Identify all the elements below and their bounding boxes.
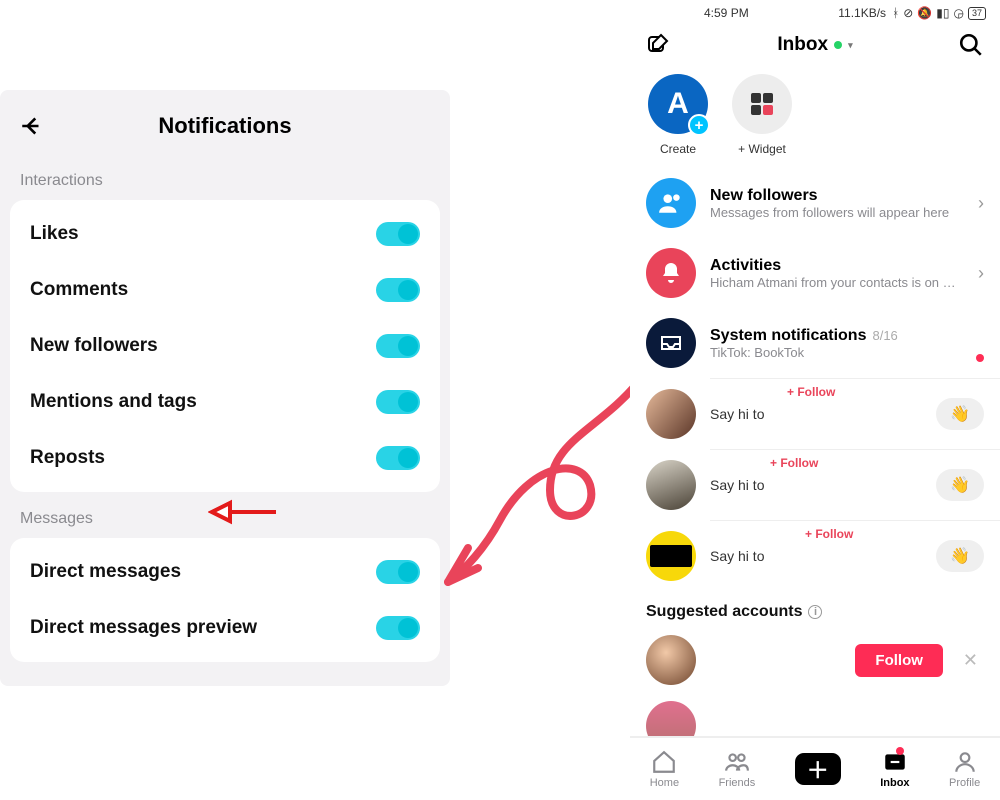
inbox-header: Inbox ▾ xyxy=(630,20,1000,68)
plus-icon: ＋ xyxy=(795,753,841,785)
row-direct-messages[interactable]: Direct messages xyxy=(22,544,428,600)
chevron-right-icon: › xyxy=(978,263,984,284)
dnd-icon: ⊘ xyxy=(903,6,913,20)
followers-icon xyxy=(646,178,696,228)
nav-profile[interactable]: Profile xyxy=(949,749,980,789)
row-likes[interactable]: Likes xyxy=(22,206,428,262)
online-dot-icon xyxy=(834,41,842,49)
avatar xyxy=(646,635,696,685)
create-story-button[interactable]: A+ Create xyxy=(648,74,708,156)
status-time: 4:59 PM xyxy=(704,6,749,20)
follow-tag[interactable]: + Follow xyxy=(787,385,835,399)
feed-system-notifications[interactable]: System notifications 8/16TikTok: BookTok xyxy=(630,308,1000,378)
chevron-down-icon: ▾ xyxy=(848,40,853,51)
wave-button[interactable]: 👋 xyxy=(936,540,984,572)
story-circles: A+ Create + Widget xyxy=(630,68,1000,160)
bell-icon xyxy=(646,248,696,298)
notification-dot-icon xyxy=(896,747,904,755)
interactions-card: Likes Comments New followers Mentions an… xyxy=(10,200,440,492)
suggested-account-row[interactable]: Follow ✕ xyxy=(630,627,1000,693)
bluetooth-icon: ᚼ xyxy=(892,6,899,20)
avatar xyxy=(646,389,696,439)
chevron-right-icon: › xyxy=(978,193,984,214)
inbox-icon xyxy=(646,318,696,368)
row-mentions[interactable]: Mentions and tags xyxy=(22,374,428,430)
status-net-speed: 11.1KB/s xyxy=(838,6,886,20)
widget-icon xyxy=(751,93,773,115)
search-icon[interactable] xyxy=(958,32,984,58)
row-dm-preview[interactable]: Direct messages preview xyxy=(22,600,428,656)
mute-icon: 🔕 xyxy=(917,6,932,20)
inbox-title[interactable]: Inbox ▾ xyxy=(777,34,852,56)
follow-button[interactable]: Follow xyxy=(855,644,943,677)
toggle-direct-messages[interactable] xyxy=(376,560,420,584)
avatar xyxy=(646,460,696,510)
row-new-followers[interactable]: New followers xyxy=(22,318,428,374)
plus-icon: + xyxy=(688,114,710,136)
row-reposts[interactable]: Reposts xyxy=(22,430,428,486)
unread-dot-icon xyxy=(976,354,984,362)
toggle-likes[interactable] xyxy=(376,222,420,246)
curly-arrow-icon xyxy=(430,370,660,610)
notifications-settings-panel: Notifications Interactions Likes Comment… xyxy=(0,90,450,686)
signal-icon: ▮▯ xyxy=(936,6,949,20)
nav-create[interactable]: ＋ xyxy=(795,753,841,785)
toggle-new-followers[interactable] xyxy=(376,334,420,358)
toggle-dm-preview[interactable] xyxy=(376,616,420,640)
info-icon[interactable]: i xyxy=(808,605,822,619)
inbox-nav-icon xyxy=(882,749,908,775)
toggle-mentions[interactable] xyxy=(376,390,420,414)
home-icon xyxy=(651,749,677,775)
suggestion-row[interactable]: Say hi to + Follow 👋 xyxy=(630,521,1000,591)
suggested-accounts-header: Suggested accounts i xyxy=(630,591,1000,627)
row-comments[interactable]: Comments xyxy=(22,262,428,318)
status-bar: 4:59 PM 11.1KB/s ᚼ ⊘ 🔕 ▮▯ ◶ 37 xyxy=(630,0,1000,20)
compose-icon[interactable] xyxy=(646,32,672,58)
page-title: Notifications xyxy=(18,113,432,139)
bottom-nav: Home Friends ＋ Inbox Profile xyxy=(630,736,1000,800)
suggestion-row[interactable]: Say hi to + Follow 👋 xyxy=(630,379,1000,449)
profile-icon xyxy=(952,749,978,775)
wifi-icon: ◶ xyxy=(954,6,964,20)
section-label-interactions: Interactions xyxy=(0,154,450,200)
inbox-screen: 4:59 PM 11.1KB/s ᚼ ⊘ 🔕 ▮▯ ◶ 37 Inbox ▾ xyxy=(630,0,1000,800)
battery-icon: 37 xyxy=(968,7,986,20)
wave-button[interactable]: 👋 xyxy=(936,469,984,501)
messages-card: Direct messages Direct messages preview xyxy=(10,538,440,662)
follow-tag[interactable]: + Follow xyxy=(770,456,818,470)
wave-button[interactable]: 👋 xyxy=(936,398,984,430)
inbox-feed: New followersMessages from followers wil… xyxy=(630,160,1000,759)
suggestion-row[interactable]: Say hi to + Follow 👋 xyxy=(630,450,1000,520)
nav-inbox[interactable]: Inbox xyxy=(880,749,909,789)
feed-new-followers[interactable]: New followersMessages from followers wil… xyxy=(630,168,1000,238)
toggle-reposts[interactable] xyxy=(376,446,420,470)
dismiss-icon[interactable]: ✕ xyxy=(957,650,984,671)
follow-tag[interactable]: + Follow xyxy=(805,527,853,541)
nav-home[interactable]: Home xyxy=(650,749,679,789)
nav-friends[interactable]: Friends xyxy=(719,749,756,789)
avatar xyxy=(646,531,696,581)
add-widget-button[interactable]: + Widget xyxy=(732,74,792,156)
toggle-comments[interactable] xyxy=(376,278,420,302)
friends-icon xyxy=(724,749,750,775)
section-label-messages: Messages xyxy=(0,492,450,538)
feed-activities[interactable]: ActivitiesHicham Atmani from your contac… xyxy=(630,238,1000,308)
